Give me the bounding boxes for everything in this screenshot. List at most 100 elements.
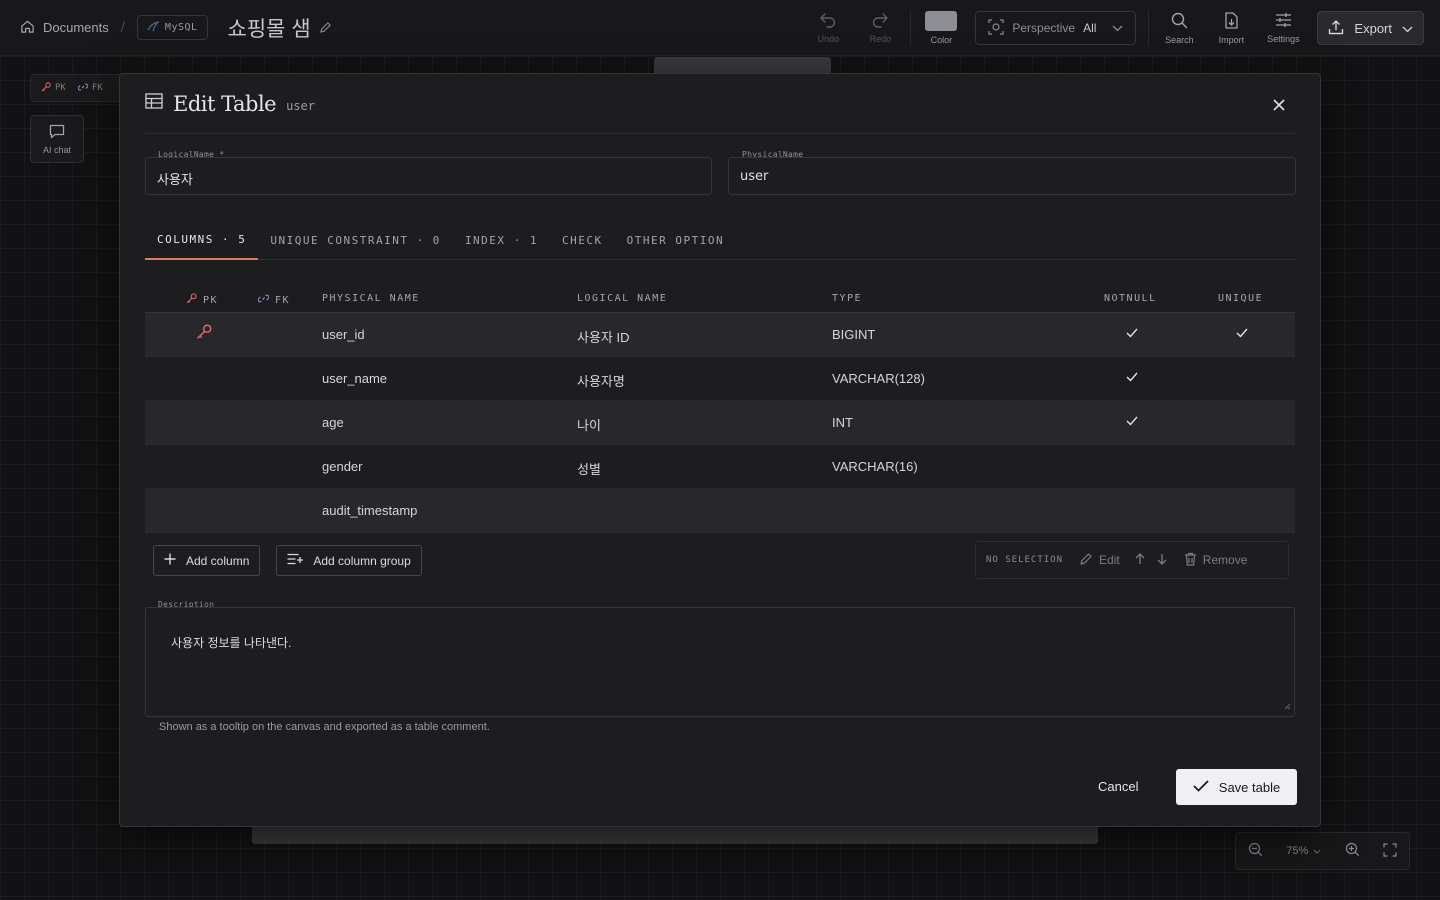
- check-icon[interactable]: [1126, 370, 1138, 385]
- chevron-down-icon: [1402, 21, 1413, 36]
- export-label: Export: [1354, 20, 1392, 36]
- tab-index[interactable]: INDEX · 1: [453, 220, 550, 260]
- export-button[interactable]: Export: [1317, 11, 1424, 45]
- canvas-table-node[interactable]: [252, 826, 1098, 844]
- document-title[interactable]: 쇼핑몰 샘: [228, 13, 311, 43]
- documents-link[interactable]: Documents: [20, 19, 109, 37]
- add-column-group-button[interactable]: Add column group: [276, 545, 422, 576]
- perspective-select[interactable]: Perspective All: [975, 11, 1137, 45]
- undo-label: Undo: [817, 34, 840, 44]
- sliders-icon: [1275, 12, 1292, 30]
- header-unique: UNIQUE: [1218, 293, 1264, 304]
- table-row[interactable]: audit_timestamp: [145, 489, 1295, 533]
- database-chip[interactable]: MySQL: [136, 15, 208, 40]
- add-column-button[interactable]: Add column: [153, 545, 261, 576]
- check-icon[interactable]: [1236, 326, 1248, 341]
- logical-name-cell[interactable]: 사용자명: [577, 371, 625, 390]
- type-cell[interactable]: VARCHAR(128): [832, 371, 925, 386]
- physical-name-cell[interactable]: user_name: [322, 371, 387, 386]
- tab-check[interactable]: CHECK: [550, 220, 615, 260]
- ai-chat-button[interactable]: AI chat: [30, 115, 84, 163]
- mysql-icon: [147, 20, 160, 35]
- home-icon: [20, 19, 35, 37]
- table-row[interactable]: user_id 사용자 ID BIGINT: [145, 313, 1295, 357]
- chat-icon: [49, 124, 65, 141]
- physical-name-cell[interactable]: gender: [322, 459, 362, 474]
- undo-icon: [819, 12, 837, 30]
- columns-header: PK FK PHYSICAL NAME LOGICAL NAME TYPE NO…: [145, 286, 1295, 313]
- table-row[interactable]: user_name 사용자명 VARCHAR(128): [145, 357, 1295, 401]
- settings-label: Settings: [1267, 34, 1300, 44]
- link-icon: [77, 82, 89, 95]
- logical-name-cell[interactable]: 성별: [577, 459, 601, 478]
- arrow-down-icon[interactable]: [1156, 553, 1168, 568]
- table-row[interactable]: age 나이 INT: [145, 401, 1295, 445]
- edit-button[interactable]: Edit: [1079, 552, 1120, 569]
- pencil-icon: [1079, 552, 1093, 569]
- add-column-label: Add column: [186, 553, 250, 568]
- color-label: Color: [930, 35, 953, 45]
- physical-name-input[interactable]: user: [728, 157, 1296, 195]
- plus-icon: [164, 553, 176, 568]
- table-row[interactable]: gender 성별 VARCHAR(16): [145, 445, 1295, 489]
- type-cell[interactable]: BIGINT: [832, 327, 875, 342]
- selection-status: NO SELECTION: [986, 555, 1064, 565]
- search-label: Search: [1165, 34, 1194, 45]
- zoom-value: 75%: [1286, 845, 1309, 857]
- type-cell[interactable]: INT: [832, 415, 853, 430]
- remove-button[interactable]: Remove: [1184, 552, 1247, 569]
- arrow-up-icon[interactable]: [1134, 552, 1146, 568]
- check-icon[interactable]: [1126, 326, 1138, 341]
- edit-table-dialog: Edit Table user LogicalName * 사용자 Physic…: [119, 73, 1321, 827]
- zoom-controls: 75%: [1235, 832, 1410, 870]
- type-cell[interactable]: VARCHAR(16): [832, 459, 918, 474]
- perspective-label: Perspective: [1012, 21, 1076, 35]
- save-table-button[interactable]: Save table: [1176, 769, 1297, 805]
- tab-unique-constraint[interactable]: UNIQUE CONSTRAINT · 0: [258, 220, 453, 260]
- search-button[interactable]: Search: [1153, 0, 1205, 56]
- columns-table: user_id 사용자 ID BIGINT user_name 사용자명 VAR…: [145, 313, 1295, 533]
- documents-label: Documents: [43, 20, 109, 35]
- physical-name-cell[interactable]: age: [322, 415, 344, 430]
- physical-name-cell[interactable]: user_id: [322, 327, 365, 342]
- tab-other-option[interactable]: OTHER OPTION: [615, 220, 736, 260]
- ai-chat-label: AI chat: [42, 144, 71, 155]
- description-textarea[interactable]: 사용자 정보를 나타낸다.: [145, 607, 1295, 717]
- undo-button[interactable]: Undo: [802, 0, 854, 56]
- database-label: MySQL: [164, 22, 198, 33]
- zoom-in-icon[interactable]: [1345, 842, 1360, 860]
- resize-handle-icon[interactable]: [1284, 699, 1291, 713]
- cancel-button[interactable]: Cancel: [1098, 779, 1138, 794]
- color-button[interactable]: Color: [915, 0, 967, 56]
- check-icon[interactable]: [1126, 414, 1138, 429]
- legend-pk: PK: [41, 81, 66, 95]
- perspective-value: All: [1083, 21, 1097, 35]
- key-icon[interactable]: [196, 324, 212, 343]
- table-icon: [145, 93, 163, 114]
- tab-columns[interactable]: COLUMNS · 5: [145, 220, 259, 260]
- legend-pk-label: PK: [55, 83, 66, 93]
- physical-name-cell[interactable]: audit_timestamp: [322, 503, 417, 518]
- settings-button[interactable]: Settings: [1257, 0, 1309, 56]
- toolbar-divider: [1148, 10, 1150, 46]
- key-icon: [186, 293, 197, 307]
- fullscreen-icon[interactable]: [1383, 842, 1397, 860]
- toolbar: Undo Redo Color Perspective All Search I…: [802, 0, 1424, 56]
- close-icon[interactable]: [1273, 98, 1287, 112]
- key-icon: [41, 81, 51, 95]
- list-plus-icon: [287, 553, 304, 568]
- pencil-icon[interactable]: [319, 21, 332, 34]
- import-button[interactable]: Import: [1205, 0, 1257, 56]
- logical-name-input[interactable]: 사용자: [145, 157, 712, 195]
- logical-name-cell[interactable]: 사용자 ID: [577, 327, 630, 346]
- description-hint: Shown as a tooltip on the canvas and exp…: [159, 721, 490, 733]
- redo-button[interactable]: Redo: [854, 0, 906, 56]
- zoom-out-icon[interactable]: [1248, 842, 1263, 860]
- file-import-icon: [1224, 11, 1239, 31]
- breadcrumb-separator: /: [120, 19, 125, 36]
- description-text: 사용자 정보를 나타낸다.: [171, 636, 292, 650]
- logical-name-cell[interactable]: 나이: [577, 415, 601, 434]
- zoom-select[interactable]: 75%: [1286, 845, 1321, 857]
- chevron-down-icon: [1112, 21, 1123, 35]
- dialog-header: Edit Table user: [145, 74, 1295, 134]
